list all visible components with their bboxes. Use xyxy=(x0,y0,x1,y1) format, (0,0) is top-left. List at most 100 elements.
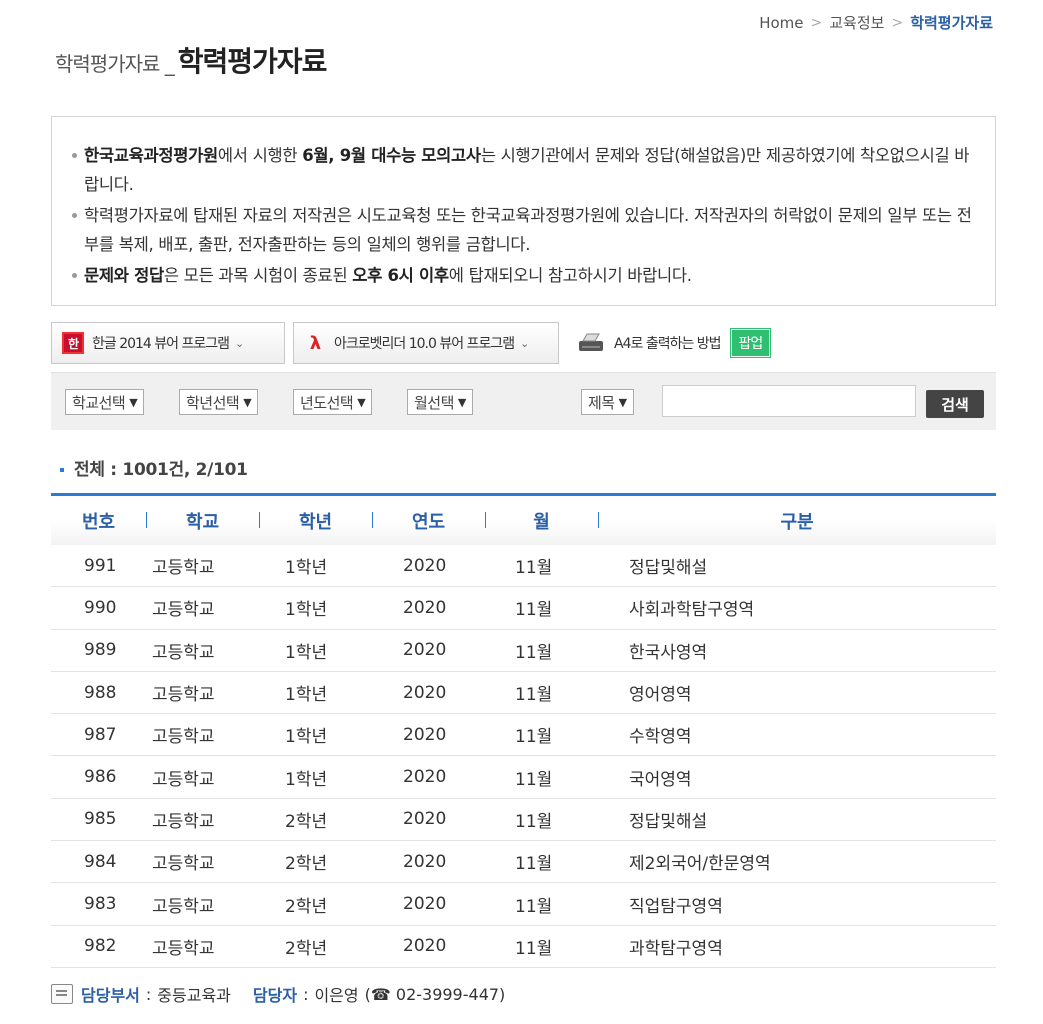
cell-year: 2020 xyxy=(403,682,447,703)
cell-month: 11월 xyxy=(515,685,553,706)
search-input[interactable] xyxy=(662,385,916,417)
chevron-down-icon: ▼ xyxy=(357,395,366,409)
cell-category-link[interactable]: 한국사영역 xyxy=(598,638,996,663)
search-button[interactable]: 검색 xyxy=(926,390,984,418)
month-select[interactable]: 월선택 ▼ xyxy=(407,389,473,415)
cell-month: 11월 xyxy=(515,938,553,959)
cell-grade: 1학년 xyxy=(285,727,328,748)
search-field-value: 제목 xyxy=(588,393,615,412)
breadcrumb-home[interactable]: Home xyxy=(759,14,803,32)
cell-grade: 1학년 xyxy=(285,600,328,621)
cell-category-link[interactable]: 직업탐구영역 xyxy=(598,892,996,917)
page-title-sub: 학력평가자료 _ xyxy=(55,52,175,76)
cell-number: 985 xyxy=(84,809,117,830)
column-header-grade: 학년 xyxy=(259,508,372,534)
table-row[interactable]: 984 고등학교 2학년 2020 11월 제2외국어/한문영역 xyxy=(51,841,996,884)
pdf-viewer-label: 아크로벳리더 10.0 뷰어 프로그램 xyxy=(334,336,515,352)
grade-select[interactable]: 학년선택 ▼ xyxy=(179,389,259,415)
notice-emphasis: 문제와 정답 xyxy=(84,266,164,285)
cell-year: 2020 xyxy=(403,851,447,872)
page-title: 학력평가자료 _ 학력평가자료 xyxy=(55,40,327,80)
table-row[interactable]: 986 고등학교 1학년 2020 11월 국어영역 xyxy=(51,756,996,799)
notice-text: 에서 시행한 xyxy=(217,146,303,165)
chevron-right-icon: > xyxy=(891,14,904,31)
breadcrumb-current: 학력평가자료 xyxy=(910,14,993,32)
cell-month: 11월 xyxy=(515,600,553,621)
table-row[interactable]: 987 고등학교 1학년 2020 11월 수학영역 xyxy=(51,714,996,757)
cell-category-link[interactable]: 국어영역 xyxy=(598,765,996,790)
notice-box: 한국교육과정평가원에서 시행한 6월, 9월 대수능 모의고사는 시행기관에서 … xyxy=(51,116,996,306)
cell-school: 고등학교 xyxy=(152,854,215,875)
manager-label: 담당자 xyxy=(252,986,298,1005)
cell-month: 11월 xyxy=(515,811,553,832)
notice-emphasis: 6월, 9월 대수능 모의고사 xyxy=(302,146,481,165)
column-header-number: 번호 xyxy=(81,511,116,533)
table-row[interactable]: 982 고등학교 2학년 2020 11월 과학탐구영역 xyxy=(51,926,996,968)
print-guide-button[interactable]: A4로 출력하는 방법 팝업 xyxy=(566,322,820,364)
cell-school: 고등학교 xyxy=(152,811,215,832)
chevron-down-icon: ⌄ xyxy=(235,336,244,350)
search-field-select[interactable]: 제목 ▼ xyxy=(581,389,634,415)
cell-school: 고등학교 xyxy=(152,558,215,579)
cell-category-link[interactable]: 제2외국어/한문영역 xyxy=(598,849,996,874)
document-icon xyxy=(51,984,73,1004)
cell-school: 고등학교 xyxy=(152,896,215,917)
table-row[interactable]: 988 고등학교 1학년 2020 11월 영어영역 xyxy=(51,672,996,715)
cell-number: 990 xyxy=(84,597,117,618)
notice-emphasis: 오후 6시 이후 xyxy=(352,266,449,285)
hwp-icon: 한 xyxy=(62,332,84,354)
column-header-category: 구분 xyxy=(598,508,996,534)
cell-month: 11월 xyxy=(515,896,553,917)
cell-school: 고등학교 xyxy=(152,600,215,621)
cell-year: 2020 xyxy=(403,767,447,788)
hwp-viewer-button[interactable]: 한 한글 2014 뷰어 프로그램 ⌄ xyxy=(51,322,285,364)
year-select[interactable]: 년도선택 ▼ xyxy=(293,389,373,415)
cell-category-link[interactable]: 영어영역 xyxy=(598,680,996,705)
notice-item-2: 학력평가자료에 탑재된 자료의 저작권은 시도교육청 또는 한국교육과정평가원에… xyxy=(72,201,975,259)
department-value: 중등교육과 xyxy=(157,986,231,1005)
cell-year: 2020 xyxy=(403,724,447,745)
table-row[interactable]: 989 고등학교 1학년 2020 11월 한국사영역 xyxy=(51,630,996,672)
cell-category-link[interactable]: 정답및해설 xyxy=(598,807,996,832)
breadcrumb-parent[interactable]: 교육정보 xyxy=(829,12,884,33)
cell-school: 고등학교 xyxy=(152,642,215,663)
cell-grade: 1학년 xyxy=(285,642,328,663)
cell-school: 고등학교 xyxy=(152,727,215,748)
breadcrumb: Home > 교육정보 > 학력평가자료 xyxy=(759,12,993,33)
cell-number: 989 xyxy=(84,640,117,661)
table-row[interactable]: 983 고등학교 2학년 2020 11월 직업탐구영역 xyxy=(51,883,996,926)
cell-category-link[interactable]: 과학탐구영역 xyxy=(598,934,996,959)
chevron-down-icon: ▼ xyxy=(457,395,466,409)
table-row[interactable]: 985 고등학교 2학년 2020 11월 정답및해설 xyxy=(51,799,996,842)
column-header-year: 연도 xyxy=(372,508,485,534)
department-label: 담당부서 xyxy=(81,986,140,1005)
cell-number: 987 xyxy=(84,724,117,745)
cell-year: 2020 xyxy=(403,640,447,661)
cell-school: 고등학교 xyxy=(152,769,215,790)
table-row[interactable]: 990 고등학교 1학년 2020 11월 사회과학탐구영역 xyxy=(51,587,996,630)
pdf-viewer-button[interactable]: λ 아크로벳리더 10.0 뷰어 프로그램 ⌄ xyxy=(293,322,559,364)
grade-select-value: 학년선택 xyxy=(186,393,240,412)
notice-emphasis: 한국교육과정평가원 xyxy=(84,146,218,165)
cell-category-link[interactable]: 정답및해설 xyxy=(598,553,996,578)
column-header-month: 월 xyxy=(485,508,598,534)
manager-value: 이은영 xyxy=(314,986,359,1005)
column-header-school: 학교 xyxy=(146,508,259,534)
separator-colon: : xyxy=(145,984,152,1004)
cell-number: 991 xyxy=(84,555,117,576)
cell-month: 11월 xyxy=(515,558,553,579)
chevron-down-icon: ⌄ xyxy=(520,336,529,350)
cell-grade: 1학년 xyxy=(285,769,328,790)
cell-year: 2020 xyxy=(403,597,447,618)
chevron-down-icon: ▼ xyxy=(618,395,627,409)
chevron-down-icon: ▼ xyxy=(129,395,138,409)
cell-year: 2020 xyxy=(403,809,447,830)
cell-school: 고등학교 xyxy=(152,685,215,706)
cell-category-link[interactable]: 사회과학탐구영역 xyxy=(598,595,996,620)
school-select[interactable]: 학교선택 ▼ xyxy=(65,389,145,415)
table-row[interactable]: 991 고등학교 1학년 2020 11월 정답및해설 xyxy=(51,545,996,588)
cell-category-link[interactable]: 수학영역 xyxy=(598,722,996,747)
notice-text: 은 모든 과목 시험이 종료된 xyxy=(163,266,353,285)
popup-badge[interactable]: 팝업 xyxy=(729,328,772,358)
total-count: 전체 : 1001건, 2/101 xyxy=(60,455,248,480)
